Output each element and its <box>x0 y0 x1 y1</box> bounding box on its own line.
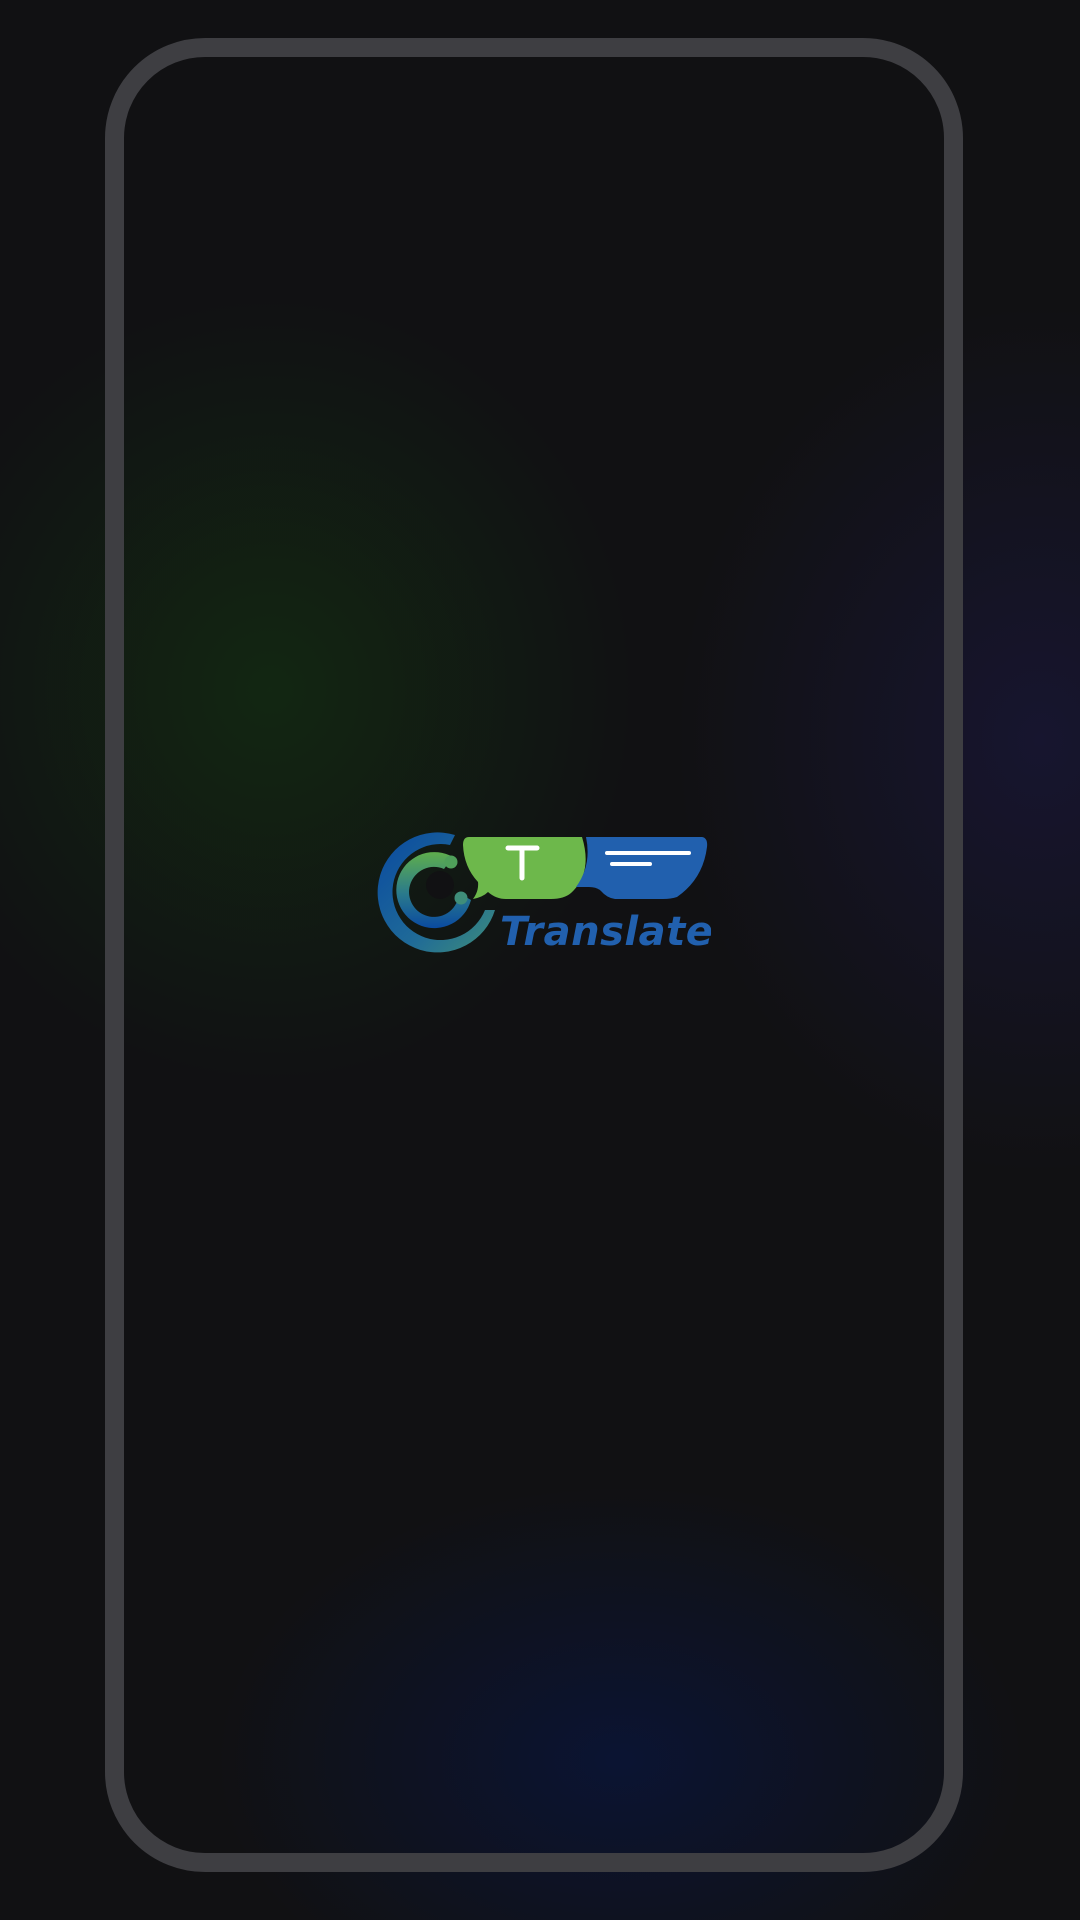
green-speech-bubble-icon <box>463 837 586 899</box>
app-logo: Translate <box>371 825 711 957</box>
blue-speech-bubble-icon <box>576 837 708 899</box>
logo-wordmark: Translate <box>500 909 711 955</box>
